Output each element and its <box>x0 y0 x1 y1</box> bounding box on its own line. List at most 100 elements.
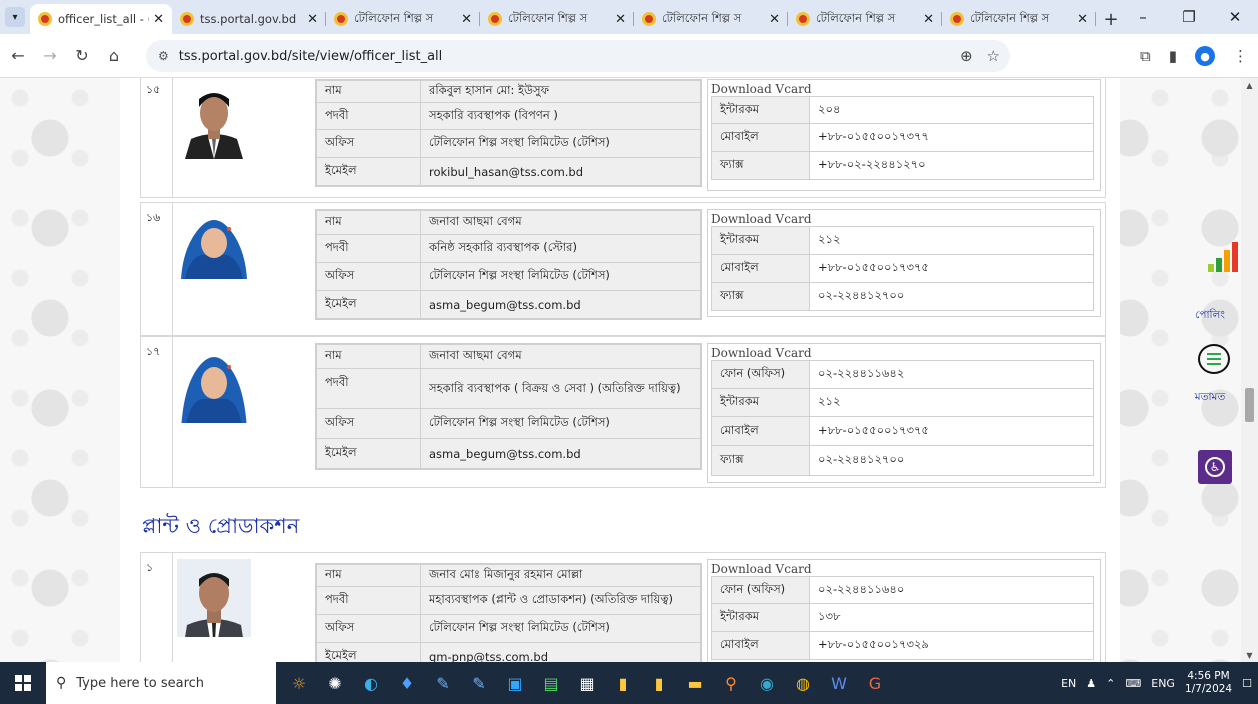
url-text[interactable]: tss.portal.gov.bd/site/view/officer_list… <box>179 49 443 64</box>
close-icon[interactable]: ✕ <box>307 12 318 27</box>
officer-email[interactable]: gm-pnp@tss.com.bd <box>420 642 701 662</box>
accessibility-icon[interactable]: ♿ <box>1198 450 1232 484</box>
search-icon: ⚲ <box>56 675 67 691</box>
file-explorer-icon[interactable]: ▬ <box>678 666 712 700</box>
tab-search-button[interactable]: ▾ <box>0 0 30 34</box>
officer-photo <box>177 81 251 159</box>
chrome-icon[interactable]: ◍ <box>786 666 820 700</box>
close-icon[interactable]: ✕ <box>769 12 780 27</box>
feedback-chat-icon[interactable] <box>1198 344 1230 374</box>
officer-list: ১৫ নাম রকিবুল হাসান মো: ইউসুফ পদবী সহকারি … <box>120 78 1120 662</box>
pinwheel-app-icon[interactable]: ✺ <box>318 666 352 700</box>
zoom-icon[interactable]: ⊕ <box>960 47 973 65</box>
widgets-icon[interactable]: ☼ <box>282 666 316 700</box>
label-phone-office: ফোন (অফিস) <box>711 576 810 604</box>
page-scrollbar[interactable]: ▲ ▼ <box>1241 78 1258 662</box>
photoshop-icon[interactable]: ▣ <box>498 666 532 700</box>
tab-5[interactable]: টেলিফোন শিল্প স ✕ <box>788 4 942 34</box>
close-icon[interactable]: ✕ <box>1077 12 1088 27</box>
people-icon[interactable]: ♟ <box>1086 677 1096 690</box>
address-bar[interactable]: ⚙ tss.portal.gov.bd/site/view/officer_li… <box>146 40 1010 72</box>
tab-3[interactable]: টেলিফোন শিল্প স ✕ <box>480 4 634 34</box>
menu-dots-icon[interactable]: ⋮ <box>1233 47 1248 65</box>
officer-mobile: +৮৮-০১৫৫০০১৭৩২৯ <box>809 631 1094 660</box>
language-indicator[interactable]: EN <box>1061 677 1076 690</box>
download-vcard-link[interactable]: Download Vcard <box>708 344 1100 360</box>
officer-name: জনাবা আছমা বেগম <box>420 210 701 235</box>
restore-icon[interactable]: ❐ <box>1166 0 1212 34</box>
officer-photo <box>177 209 251 287</box>
system-clock[interactable]: 4:56 PM 1/7/2024 <box>1185 670 1232 696</box>
officer-phone-office: ০২-২২৪৪১১৬৪২ <box>809 360 1094 389</box>
tab-0[interactable]: officer_list_all - ( ✕ <box>30 4 172 34</box>
label-designation: পদবী <box>316 234 421 263</box>
label-name: নাম <box>316 80 421 103</box>
pdf-app-icon[interactable]: G <box>858 666 892 700</box>
tab-1[interactable]: tss.portal.gov.bd ✕ <box>172 4 326 34</box>
pen-app-2-icon[interactable]: ✎ <box>462 666 496 700</box>
close-icon[interactable]: ✕ <box>461 12 472 27</box>
label-email: ইমেইল <box>316 438 421 469</box>
scrollbar-thumb[interactable] <box>1245 388 1254 422</box>
section-title: প্লান্ট ও প্রোডাকশন <box>142 514 300 538</box>
table-row: ১৬ নাম জনাবা আছমা বেগম পদবী কনিষ্ঠ সহকারি … <box>140 202 1106 336</box>
windows-start-icon[interactable] <box>0 662 46 704</box>
tab-4[interactable]: টেলিফোন শিল্প স ✕ <box>634 4 788 34</box>
site-favicon-icon <box>796 12 810 26</box>
site-info-icon[interactable]: ⚙ <box>158 49 169 63</box>
close-icon[interactable]: ✕ <box>923 12 934 27</box>
close-icon[interactable]: ✕ <box>615 12 626 27</box>
row-number: ১৬ <box>141 203 173 335</box>
label-email: ইমেইল <box>316 642 421 662</box>
tray-chevron-icon[interactable]: ⌃ <box>1106 677 1115 690</box>
task-view-icon[interactable]: ▦ <box>570 666 604 700</box>
download-vcard-link[interactable]: Download Vcard <box>708 210 1100 226</box>
back-icon[interactable]: ← <box>4 42 32 70</box>
officer-email[interactable]: asma_begum@tss.com.bd <box>420 438 701 469</box>
site-favicon-icon <box>334 12 348 26</box>
pen-app-icon[interactable]: ✎ <box>426 666 460 700</box>
reload-icon[interactable]: ↻ <box>68 42 96 70</box>
officer-email[interactable]: rokibul_hasan@tss.com.bd <box>420 157 701 186</box>
file-app-2-icon[interactable]: ▮ <box>642 666 676 700</box>
tab-6[interactable]: টেলিফোন শিল্প স ✕ <box>942 4 1096 34</box>
close-icon[interactable]: ✕ <box>153 12 164 27</box>
media-app-icon[interactable]: ▤ <box>534 666 568 700</box>
file-app-icon[interactable]: ▮ <box>606 666 640 700</box>
keyboard-layout[interactable]: ENG <box>1151 677 1175 690</box>
minimize-icon[interactable]: – <box>1120 0 1166 34</box>
tab-title: টেলিফোন শিল্প স <box>816 10 896 25</box>
scroll-down-icon[interactable]: ▼ <box>1241 648 1258 662</box>
label-phone-office: ফোন (অফিস) <box>711 360 810 389</box>
taskbar-search-input[interactable]: ⚲ Type here to search <box>46 662 276 704</box>
feedback-link[interactable]: মতামত <box>1180 390 1240 407</box>
chat-app-icon[interactable]: ◉ <box>750 666 784 700</box>
close-window-icon[interactable]: ✕ <box>1212 0 1258 34</box>
bookmark-star-icon[interactable]: ☆ <box>987 47 1000 65</box>
row-number: ১ <box>141 553 173 662</box>
polling-bars-icon[interactable] <box>1208 242 1238 272</box>
search-app-icon[interactable]: ⚲ <box>714 666 748 700</box>
word-icon[interactable]: W <box>822 666 856 700</box>
download-vcard-link[interactable]: Download Vcard <box>708 80 1100 96</box>
notification-icon[interactable]: ☐ <box>1242 677 1252 690</box>
site-favicon-icon <box>488 12 502 26</box>
forward-icon[interactable]: → <box>36 42 64 70</box>
scroll-up-icon[interactable]: ▲ <box>1241 78 1258 92</box>
label-mobile: মোবাইল <box>711 416 810 446</box>
label-mobile: মোবাইল <box>711 123 810 152</box>
keyboard-icon[interactable]: ⌨ <box>1125 677 1141 690</box>
officer-email[interactable]: asma_begum@tss.com.bd <box>420 290 701 319</box>
tab-2[interactable]: টেলিফোন শিল্প স ✕ <box>326 4 480 34</box>
polling-link[interactable]: পোলিং <box>1180 308 1240 325</box>
table-row: ১ নাম জনাব মোঃ মিজানুর রহমান মোল্লা পদবী ম… <box>140 552 1106 662</box>
side-panel-icon[interactable]: ▮ <box>1169 47 1177 65</box>
home-icon[interactable]: ⌂ <box>100 42 128 70</box>
edge-browser-icon[interactable]: ◐ <box>354 666 388 700</box>
page-viewport: ১৫ নাম রকিবুল হাসান মো: ইউসুফ পদবী সহকারি … <box>0 78 1258 662</box>
profile-avatar-icon[interactable]: ● <box>1195 46 1215 66</box>
download-vcard-link[interactable]: Download Vcard <box>708 560 1100 576</box>
officer-designation: কনিষ্ঠ সহকারি ব্যবস্থাপক (স্টোর) <box>420 234 701 263</box>
drop-app-icon[interactable]: ♦ <box>390 666 424 700</box>
extensions-icon[interactable]: ⧉ <box>1140 47 1151 65</box>
